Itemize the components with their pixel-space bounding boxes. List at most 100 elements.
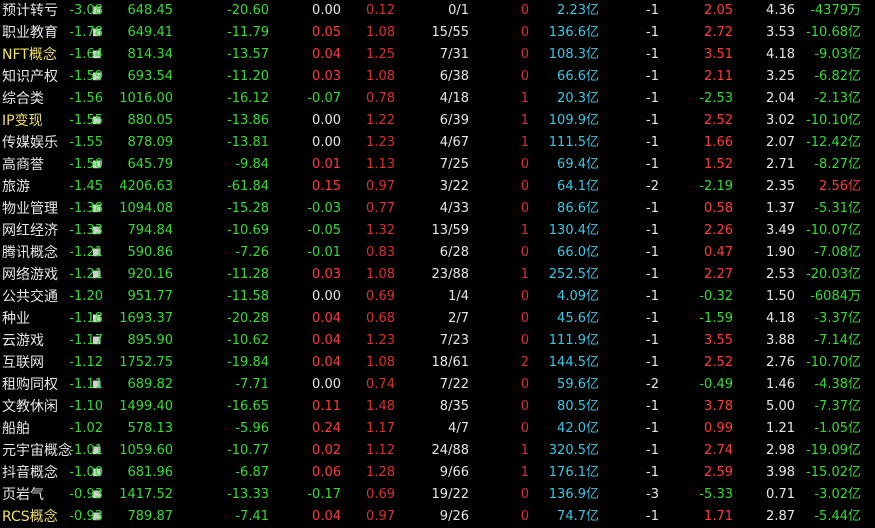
cell-net-flow: -6.82亿: [814, 69, 861, 84]
table-row[interactable]: 租购同权 ■ -1.11 689.82 -7.71 0.00 0.74 7/22 0 59.6亿 -…: [0, 374, 875, 396]
cell-turnover: 0.68: [366, 311, 395, 326]
cell-amp: 3.55: [704, 333, 733, 348]
cell-price: 4206.63: [119, 179, 173, 194]
table-row[interactable]: IP变现 ■ -1.55 880.05 -13.86 0.00 1.22 6/39 1 109.9…: [0, 110, 875, 132]
cell-net-flow: -20.03亿: [806, 267, 861, 282]
cell-rank: -1: [646, 245, 659, 260]
cell-updown: 18/61: [431, 355, 469, 370]
cell-chg: -1.64: [69, 47, 103, 62]
cell-rank: -1: [646, 157, 659, 172]
cell-price: 789.87: [127, 509, 174, 524]
table-row[interactable]: 公共交通 -1.20 951.77 -11.58 0.00 0.69 1/4 0 4.09亿 -1…: [0, 286, 875, 308]
cell-amount: 66.0亿: [557, 245, 599, 260]
cell-diff: -11.28: [227, 267, 269, 282]
table-row[interactable]: 腾讯概念 ■ -1.21 590.86 -7.26 -0.01 0.83 6/28 0 66.0亿…: [0, 242, 875, 264]
cell-chg: -1.45: [69, 179, 103, 194]
table-row[interactable]: 物业管理 ■ -1.38 1094.08 -15.28 -0.03 0.77 4/33 0 86.…: [0, 198, 875, 220]
cell-lead: 1: [520, 135, 529, 150]
cell-diff: -19.84: [227, 355, 269, 370]
cell-updown: 9/66: [439, 465, 469, 480]
table-row[interactable]: RCS概念 ■ -0.93 789.87 -7.41 0.04 0.97 9/26 0 74.7亿…: [0, 506, 875, 528]
cell-lead: 1: [520, 267, 529, 282]
cell-speed: 0.00: [312, 113, 341, 128]
cell-updown: 8/35: [439, 399, 469, 414]
cell-speed: 0.11: [312, 399, 341, 414]
cell-turnover: 1.13: [366, 157, 395, 172]
cell-amp: -0.32: [699, 289, 733, 304]
table-row[interactable]: 知识产权 ■ -1.59 693.54 -11.20 0.03 1.08 6/38 0 66.6亿…: [0, 66, 875, 88]
cell-rank: -1: [646, 47, 659, 62]
cell-price: 689.82: [127, 377, 174, 392]
cell-chg: -1.10: [69, 399, 103, 414]
cell-turnover: 0.78: [366, 91, 395, 106]
cell-amount: 130.4亿: [548, 223, 599, 238]
table-row[interactable]: 旅游 -1.45 4206.63 -61.84 0.15 0.97 3/22 0 64.1亿 -2…: [0, 176, 875, 198]
cell-rank: -1: [646, 135, 659, 150]
cell-rank: -1: [646, 113, 659, 128]
cell-rank: -1: [646, 201, 659, 216]
cell-vol-ratio: 1.50: [766, 289, 795, 304]
table-row[interactable]: 船舶 -1.02 578.13 -5.96 0.24 1.17 4/7 0 42.0亿 -1 0.9…: [0, 418, 875, 440]
cell-price: 578.13: [127, 421, 174, 436]
table-row[interactable]: 互联网 -1.12 1752.75 -19.84 0.04 1.08 18/61 2 144.5…: [0, 352, 875, 374]
cell-price: 794.84: [127, 223, 174, 238]
cell-amount: 59.6亿: [557, 377, 599, 392]
table-row[interactable]: 综合类 -1.56 1016.00 -16.12 -0.07 0.78 4/18 1 20.3亿…: [0, 88, 875, 110]
cell-amount: 111.9亿: [548, 333, 599, 348]
cell-net-flow: -12.42亿: [806, 135, 861, 150]
cell-price: 895.90: [127, 333, 174, 348]
table-row[interactable]: 网红经济 ■ -1.33 794.84 -10.69 -0.05 1.32 13/59 1 130…: [0, 220, 875, 242]
cell-chg: -1.12: [69, 355, 103, 370]
cell-chg: -1.50: [69, 157, 103, 172]
table-row[interactable]: 云游戏 ■ -1.17 895.90 -10.62 0.04 1.23 7/23 0 111.9亿…: [0, 330, 875, 352]
cell-updown: 7/25: [439, 157, 469, 172]
cell-turnover: 0.97: [366, 509, 395, 524]
cell-updown: 4/7: [448, 421, 469, 436]
cell-amp: 0.99: [704, 421, 733, 436]
table-row[interactable]: 预计转亏 ■ -3.08 648.45 -20.60 0.00 0.12 0/1 0 2.23亿 -…: [0, 0, 875, 22]
cell-updown: 19/22: [431, 487, 469, 502]
cell-amp: 1.66: [704, 135, 733, 150]
cell-updown: 6/38: [439, 69, 469, 84]
cell-amp: 1.71: [704, 509, 733, 524]
cell-net-flow: -10.70亿: [806, 355, 861, 370]
table-row[interactable]: 高商誉 ■ -1.50 645.79 -9.84 0.01 1.13 7/25 0 69.4亿 -1…: [0, 154, 875, 176]
cell-amount: 45.6亿: [557, 311, 599, 326]
cell-turnover: 0.69: [366, 487, 395, 502]
cell-turnover: 1.25: [366, 47, 395, 62]
cell-speed: 0.04: [312, 509, 341, 524]
cell-amount: 136.9亿: [548, 487, 599, 502]
table-row[interactable]: 页岩气 ■ -0.93 1417.52 -13.33 -0.17 0.69 19/22 0 136…: [0, 484, 875, 506]
cell-rank: -1: [646, 443, 659, 458]
cell-price: 878.09: [127, 135, 174, 150]
table-row[interactable]: 传媒娱乐 -1.55 878.09 -13.81 0.00 1.23 4/67 1 111.5亿…: [0, 132, 875, 154]
cell-lead: 0: [520, 47, 529, 62]
table-row[interactable]: NFT概念 ■ -1.64 814.34 -13.57 0.04 1.25 7/31 0 108.…: [0, 44, 875, 66]
cell-updown: 13/59: [431, 223, 469, 238]
cell-net-flow: -5.31亿: [814, 201, 861, 216]
cell-chg: -1.00: [69, 465, 103, 480]
cell-net-flow: -7.08亿: [814, 245, 861, 260]
table-row[interactable]: 抖音概念 ■ -1.00 681.96 -6.87 0.06 1.28 9/66 1 176.1亿…: [0, 462, 875, 484]
cell-diff: -7.41: [235, 509, 269, 524]
table-row[interactable]: 文教休闲 -1.10 1499.40 -16.65 0.11 1.48 8/35 0 80.5亿…: [0, 396, 875, 418]
cell-speed: -0.01: [307, 245, 341, 260]
cell-lead: 1: [520, 223, 529, 238]
cell-speed: 0.03: [312, 69, 341, 84]
cell-chg: -1.55: [69, 135, 103, 150]
table-row[interactable]: 种业 ■ -1.18 1693.37 -20.28 0.04 0.68 2/7 0 45.6亿 -1…: [0, 308, 875, 330]
cell-lead: 0: [520, 157, 529, 172]
table-row[interactable]: 职业教育 ■ -1.78 649.41 -11.79 0.05 1.08 15/55 0 136.…: [0, 22, 875, 44]
table-row[interactable]: 元宇宙概念 ■ -1.01 1059.60 -10.77 0.02 1.12 24/88 1 32…: [0, 440, 875, 462]
cell-price: 590.86: [127, 245, 174, 260]
cell-speed: 0.00: [312, 135, 341, 150]
cell-chg: -1.59: [69, 69, 103, 84]
cell-diff: -7.26: [235, 245, 269, 260]
cell-vol-ratio: 3.49: [766, 223, 795, 238]
cell-chg: -1.20: [69, 289, 103, 304]
table-row[interactable]: 网络游戏 ■ -1.21 920.16 -11.28 0.03 1.08 23/88 1 252.…: [0, 264, 875, 286]
cell-net-flow: -19.09亿: [806, 443, 861, 458]
cell-rank: -1: [646, 509, 659, 524]
cell-price: 693.54: [127, 69, 174, 84]
cell-amount: 74.7亿: [557, 509, 599, 524]
